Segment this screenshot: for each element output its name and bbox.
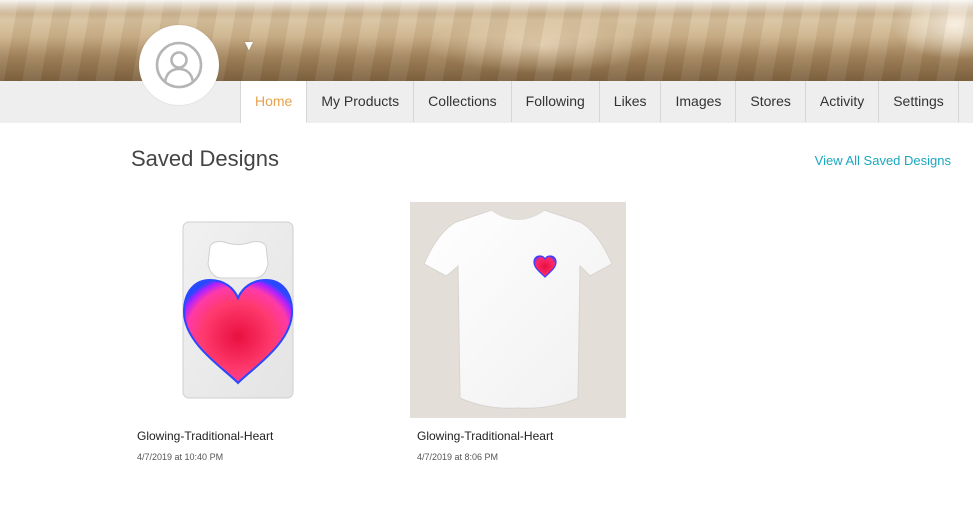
design-name[interactable]: Glowing-Traditional-Heart	[137, 429, 273, 443]
user-silhouette-icon	[155, 41, 203, 89]
caret-down-icon[interactable]: ▼	[242, 38, 256, 52]
t-shirt-heart-image	[423, 209, 613, 409]
tab-stores[interactable]: Stores	[735, 81, 805, 122]
avatar[interactable]	[139, 25, 219, 105]
tab-likes[interactable]: Likes	[598, 81, 661, 122]
view-all-saved-designs-link[interactable]: View All Saved Designs	[815, 153, 951, 168]
tab-home[interactable]: Home	[240, 81, 307, 123]
bottle-opener-heart-image	[182, 221, 294, 399]
tab-collections[interactable]: Collections	[413, 81, 511, 122]
tab-images[interactable]: Images	[660, 81, 736, 122]
design-date: 4/7/2019 at 8:06 PM	[417, 452, 499, 462]
product-thumbnail[interactable]	[410, 202, 626, 418]
tab-following[interactable]: Following	[510, 81, 599, 122]
saved-design-card: Glowing-Traditional-Heart 4/7/2019 at 8:…	[410, 202, 626, 462]
tab-my-products[interactable]: My Products	[306, 81, 414, 122]
section-title: Saved Designs	[131, 146, 279, 171]
design-name[interactable]: Glowing-Traditional-Heart	[417, 429, 553, 443]
design-date: 4/7/2019 at 10:40 PM	[137, 452, 224, 462]
tab-settings[interactable]: Settings	[878, 81, 959, 122]
tab-activity[interactable]: Activity	[804, 81, 879, 122]
product-thumbnail[interactable]	[130, 202, 346, 418]
saved-design-card: Glowing-Traditional-Heart 4/7/2019 at 10…	[130, 202, 346, 462]
profile-tabs: Home My Products Collections Following L…	[240, 81, 959, 123]
